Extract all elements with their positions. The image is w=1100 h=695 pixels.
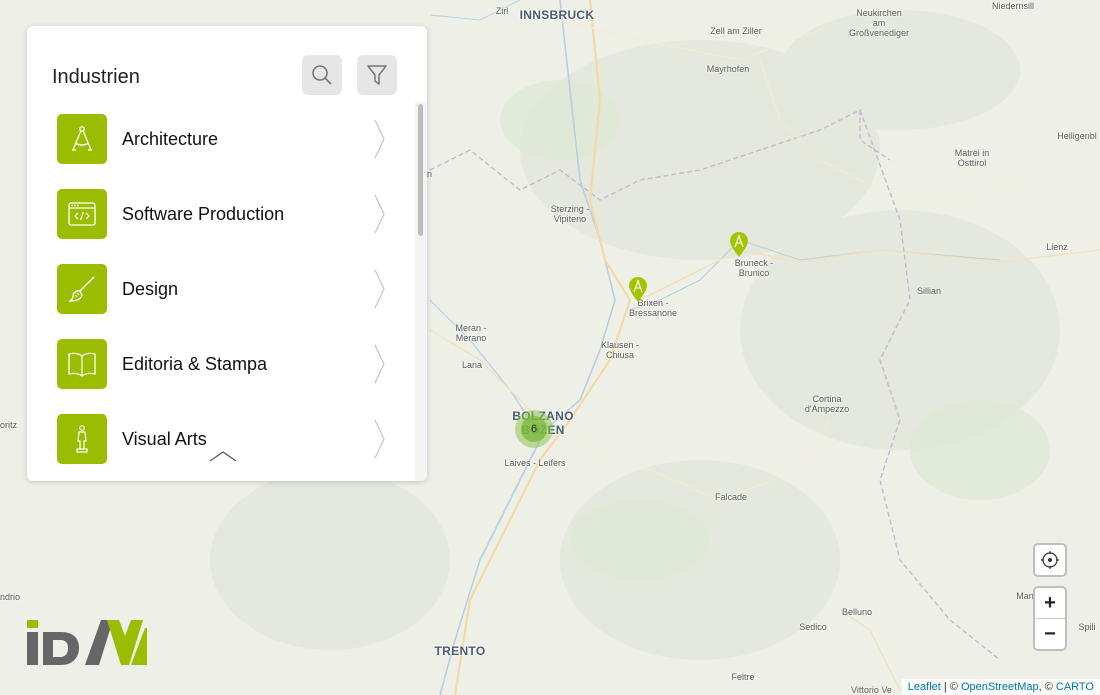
place-man: Man — [1016, 591, 1034, 601]
list-item-architecture[interactable]: Architecture — [57, 114, 397, 164]
item-icon-box — [57, 114, 107, 164]
filter-button[interactable] — [357, 55, 397, 95]
locate-button[interactable] — [1033, 543, 1067, 577]
place-heiligenblut: Heiligenbl — [1057, 131, 1097, 141]
place-innsbruck: INNSBRUCK — [519, 8, 595, 22]
place-falcade: Falcade — [714, 492, 748, 502]
item-label: Design — [122, 279, 179, 299]
item-icon-box — [57, 339, 107, 389]
item-icon-box — [57, 414, 107, 464]
place-cortina: Cortina d'Ampezzo — [804, 394, 850, 414]
place-feltre: Feltre — [731, 672, 755, 682]
marker-bruneck[interactable] — [729, 232, 749, 258]
scrollbar-thumb[interactable] — [418, 104, 423, 236]
place-lienz: Lienz — [1046, 242, 1068, 252]
marker-cluster[interactable]: 6 — [515, 410, 553, 448]
zoom-in-button[interactable]: + — [1035, 588, 1065, 619]
industries-list[interactable]: Architecture Software Production Design … — [27, 102, 415, 481]
locate-icon — [1041, 551, 1059, 569]
list-item-software-production[interactable]: Software Production — [57, 189, 397, 239]
place-sillian: Sillian — [916, 286, 942, 296]
idm-logo-graphic — [27, 620, 147, 665]
place-spili: Spili — [1078, 622, 1096, 632]
list-item-design[interactable]: Design — [57, 264, 397, 314]
place-ndrio: ndrio — [0, 592, 21, 602]
place-bruneck: Bruneck - Brunico — [734, 258, 774, 278]
place-vittorio: Vittorio Ve — [851, 685, 892, 695]
cluster-count: 6 — [521, 416, 547, 442]
place-oritz: oritz — [0, 420, 18, 430]
map-attribution: Leaflet | © OpenStreetMap, © CARTO — [901, 679, 1100, 695]
brush-icon — [68, 276, 95, 302]
place-laives: Laives - Leifers — [504, 458, 566, 468]
place-niedernsill: Niedernsill — [991, 1, 1035, 11]
place-klausen: Klausen - Chiusa — [600, 340, 640, 360]
idm-logo — [27, 620, 147, 666]
item-label: Software Production — [122, 204, 285, 224]
panel-title: Industrien — [52, 66, 140, 88]
carto-link[interactable]: CARTO — [1056, 681, 1094, 693]
place-matrei: Matrei in Osttirol — [954, 148, 990, 168]
attribution-separator: , © — [1038, 681, 1056, 693]
search-button[interactable] — [302, 55, 342, 95]
open-book-icon — [68, 352, 96, 377]
item-icon-box — [57, 189, 107, 239]
place-mayrhofen: Mayrhofen — [706, 64, 750, 74]
leaflet-link[interactable]: Leaflet — [908, 681, 941, 693]
item-icon-box — [57, 264, 107, 314]
industries-panel: Industrien Architecture Software Product… — [27, 26, 427, 481]
place-partial-n: n — [427, 169, 433, 179]
place-meran: Meran - Merano — [455, 323, 487, 343]
place-zirl: Zirl — [495, 6, 509, 16]
chevron-right-icon — [374, 269, 385, 309]
compass-icon — [72, 126, 92, 151]
chevron-right-icon — [374, 344, 385, 384]
chevron-right-icon — [374, 194, 385, 234]
place-lana: Lana — [461, 360, 483, 370]
place-sterzing: Sterzing - Vipiteno — [550, 204, 590, 224]
item-label: Architecture — [122, 129, 219, 149]
item-label: Editoria & Stampa — [122, 354, 268, 374]
code-window-icon — [68, 202, 96, 226]
statue-icon — [76, 425, 88, 453]
zoom-out-button[interactable]: − — [1035, 619, 1065, 649]
place-zell-am-ziller: Zell am Ziller — [710, 26, 762, 36]
place-trento: TRENTO — [434, 644, 486, 658]
place-neukirchen: Neukirchen am Großvenediger — [848, 8, 910, 38]
list-item-editoria-stampa[interactable]: Editoria & Stampa — [57, 339, 397, 389]
place-sedico: Sedico — [799, 622, 827, 632]
osm-link[interactable]: OpenStreetMap — [961, 681, 1039, 693]
chevron-right-icon — [374, 419, 385, 459]
chevron-up-icon[interactable] — [209, 450, 237, 462]
place-belluno: Belluno — [841, 607, 873, 617]
marker-brixen[interactable] — [628, 277, 648, 303]
attribution-separator: | © — [940, 681, 961, 693]
compass-icon — [629, 277, 647, 302]
compass-icon — [730, 232, 748, 257]
filter-icon — [367, 65, 387, 85]
zoom-control: + − — [1033, 586, 1067, 651]
search-icon — [312, 65, 332, 85]
chevron-right-icon — [374, 119, 385, 159]
item-label: Visual Arts — [122, 429, 207, 449]
